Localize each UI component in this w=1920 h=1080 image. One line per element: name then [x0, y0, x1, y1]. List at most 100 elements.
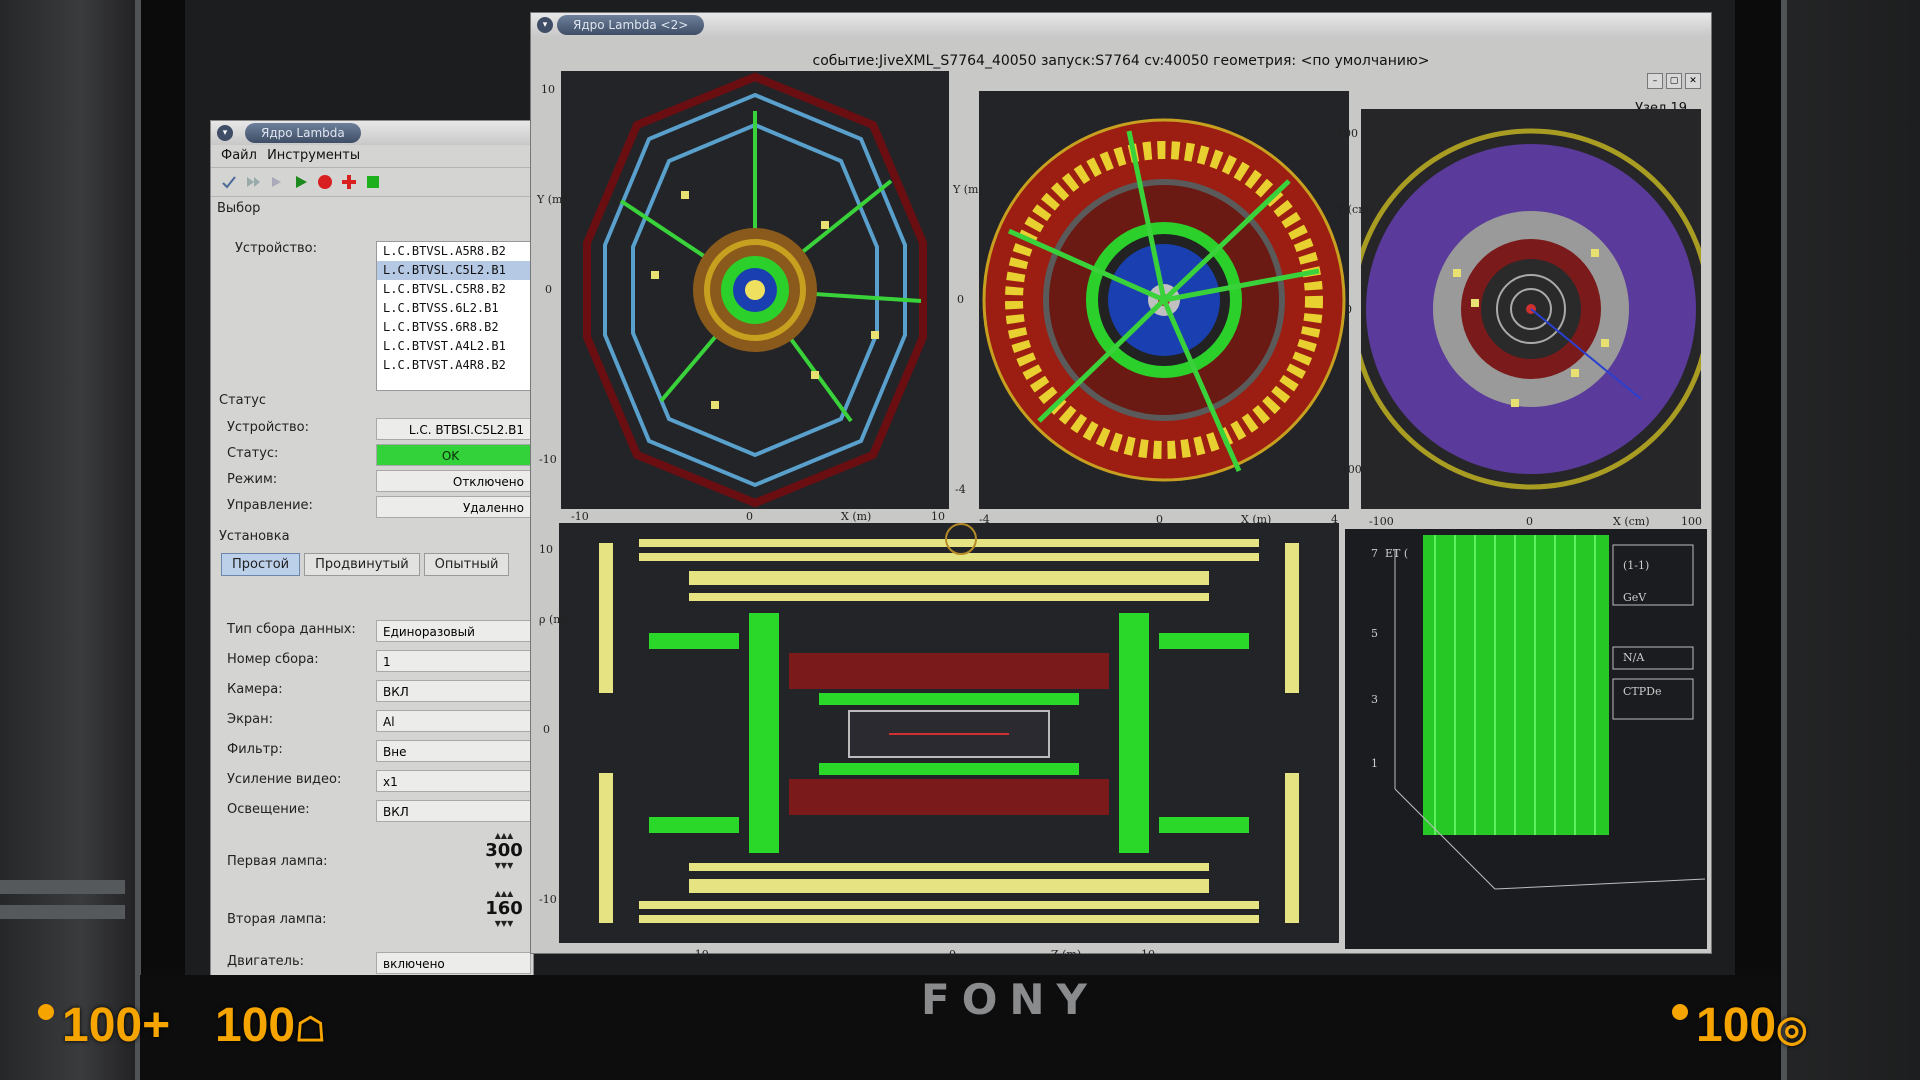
health-value: 100+ — [62, 999, 171, 1052]
check-icon[interactable] — [221, 174, 237, 190]
engine-select[interactable]: включено — [376, 952, 531, 974]
down-arrows-icon[interactable]: ▼▼▼ — [481, 861, 527, 870]
list-item[interactable]: L.C.BTVSS.6R8.B2 — [377, 318, 532, 337]
y-tick-label: 10 — [541, 83, 555, 96]
y-tick-label: 0 — [545, 283, 552, 296]
up-arrows-icon[interactable]: ▲▲▲ — [481, 831, 527, 840]
field-row: Освещение: ВКЛ — [211, 799, 533, 823]
lamp1-spinner[interactable]: ▲▲▲ 300 ▼▼▼ — [481, 831, 527, 870]
video-gain-select[interactable]: x1 — [376, 770, 531, 792]
field-row: Фильтр: Вне — [211, 739, 533, 763]
lamp2-spinner[interactable]: ▲▲▲ 160 ▼▼▼ — [481, 889, 527, 928]
xy-view-plot — [583, 72, 927, 508]
field-label: Освещение: — [227, 802, 310, 817]
legend-label: (1-1) — [1623, 559, 1650, 572]
x-tick-label: 0 — [1526, 515, 1533, 528]
menu-file[interactable]: Файл — [221, 148, 257, 163]
lego-plot-panel[interactable] — [1345, 529, 1707, 949]
setup-group-title: Установка — [219, 529, 290, 544]
calorimeter-view-plot — [982, 118, 1346, 482]
field-label: Номер сбора: — [227, 652, 319, 667]
filter-select[interactable]: Вне — [376, 740, 531, 762]
camera-select[interactable]: ВКЛ — [376, 680, 531, 702]
lighting-select[interactable]: ВКЛ — [376, 800, 531, 822]
status-row: Статус: OK — [211, 443, 533, 467]
device-list[interactable]: L.C.BTVSL.A5R8.B2 L.C.BTVSL.C5L2.B1 L.C.… — [376, 241, 533, 391]
window-title: Ядро Lambda — [245, 123, 361, 143]
calorimeter-view-panel[interactable] — [979, 91, 1349, 509]
x-tick-label: -100 — [1369, 515, 1394, 528]
control-value: Удаленно — [376, 496, 531, 518]
inner-detector-plot — [1361, 128, 1701, 490]
rail — [0, 905, 125, 919]
skip-icon[interactable] — [269, 174, 285, 190]
square-icon[interactable] — [365, 174, 381, 190]
lego-plot — [1394, 535, 1706, 890]
field-label: Усиление видео: — [227, 772, 342, 787]
legend-label: CTPDe — [1623, 685, 1662, 698]
close-icon[interactable]: ✕ — [1685, 73, 1701, 89]
toolbar — [211, 168, 533, 197]
field-row: Номер сбора: 1 — [211, 649, 533, 673]
lamp2-label: Вторая лампа: — [227, 912, 327, 927]
y-tick-label: 7 — [1371, 547, 1378, 560]
health-dot-icon — [38, 1004, 54, 1020]
list-item[interactable]: L.C.BTVSL.C5R8.B2 — [377, 280, 532, 299]
rz-view-plot — [599, 539, 1299, 923]
y-tick-label: 10 — [539, 543, 553, 556]
x-tick-label: -10 — [691, 948, 709, 961]
add-icon[interactable] — [341, 174, 357, 190]
acquisition-number-input[interactable]: 1 — [376, 650, 531, 672]
xy-view-panel[interactable] — [561, 71, 949, 509]
field-label: Экран: — [227, 712, 274, 727]
list-item[interactable]: L.C.BTVST.A4L2.B1 — [377, 337, 532, 356]
x-tick-label: 0 — [746, 510, 753, 523]
x-axis-label: Z (m) — [1051, 948, 1082, 961]
tab-advanced[interactable]: Продвинутый — [304, 553, 420, 576]
y-tick-label: 5 — [1371, 627, 1378, 640]
down-arrows-icon[interactable]: ▼▼▼ — [481, 919, 527, 928]
status-group-title: Статус — [219, 393, 267, 408]
rz-view-panel[interactable] — [559, 523, 1339, 943]
titlebar: ▾ Ядро Lambda <2> — [531, 13, 1711, 37]
x-tick-label: 10 — [1141, 948, 1155, 961]
control-row: Управление: Удаленно — [211, 495, 533, 519]
play-icon[interactable] — [293, 174, 309, 190]
status-device-row: Устройство: L.C. BTBSI.C5L2.B1 — [211, 417, 533, 441]
monitor-brand-logo: FONY — [921, 975, 1099, 1024]
et-label: ET ( — [1385, 547, 1409, 560]
window-title: Ядро Lambda <2> — [557, 15, 705, 35]
tab-expert[interactable]: Опытный — [423, 553, 510, 576]
x-tick-label: 100 — [1681, 515, 1702, 528]
list-item-selected[interactable]: L.C.BTVSL.C5L2.B1 — [377, 261, 532, 280]
minimize-icon[interactable]: – — [1647, 73, 1663, 89]
wall-right — [1780, 0, 1920, 1080]
tab-simple[interactable]: Простой — [221, 553, 301, 576]
list-item[interactable]: L.C.BTVST.A4R8.B2 — [377, 356, 532, 375]
inner-detector-panel[interactable] — [1361, 109, 1701, 509]
lamp2-value: 160 — [485, 898, 523, 919]
maximize-icon[interactable]: ▢ — [1666, 73, 1682, 89]
status-ok-indicator: OK — [376, 444, 531, 466]
up-arrows-icon[interactable]: ▲▲▲ — [481, 889, 527, 898]
list-item[interactable]: L.C.BTVSL.A5R8.B2 — [377, 242, 532, 261]
window-menu-icon[interactable]: ▾ — [537, 17, 553, 33]
lamp1-label: Первая лампа: — [227, 854, 328, 869]
y-axis-label: Y (m) — [537, 193, 567, 206]
field-row: Экран: Al — [211, 709, 533, 733]
acquisition-type-select[interactable]: Единоразовый — [376, 620, 531, 642]
list-item[interactable]: L.C.BTVSS.6L2.B1 — [377, 299, 532, 318]
crosshair — [945, 523, 977, 555]
control-label: Управление: — [227, 498, 313, 513]
menu-tools[interactable]: Инструменты — [267, 148, 360, 163]
step-icon[interactable] — [245, 174, 261, 190]
window-menu-icon[interactable]: ▾ — [217, 125, 233, 141]
screen-select[interactable]: Al — [376, 710, 531, 732]
rail — [0, 880, 125, 894]
y-tick-label: 1 — [1371, 757, 1378, 770]
hud-armor: 100☖ — [215, 998, 326, 1053]
status-device-label: Устройство: — [227, 420, 310, 435]
mode-label: Режим: — [227, 472, 278, 487]
stop-icon[interactable] — [317, 174, 333, 190]
lamp1-value: 300 — [485, 840, 523, 861]
